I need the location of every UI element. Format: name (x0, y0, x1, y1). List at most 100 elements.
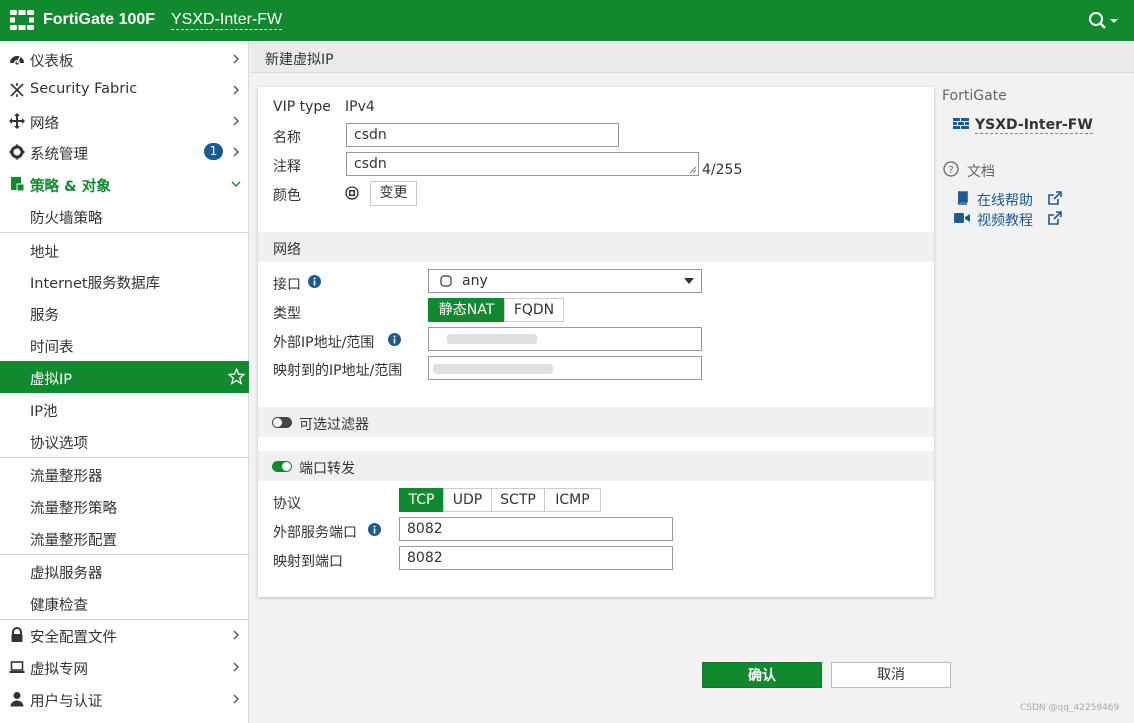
sidebar-item-addresses[interactable]: 地址 (0, 234, 249, 266)
external-link-icon[interactable] (1047, 191, 1062, 206)
sidebar-item-isdb[interactable]: Internet服务数据库 (0, 265, 249, 297)
firewall-device-icon (953, 118, 969, 129)
color-swatch-icon (345, 186, 359, 200)
page-header: 新建虚拟IP (250, 41, 1134, 73)
interface-select[interactable]: any (428, 269, 702, 293)
ok-button[interactable]: 确认 (702, 662, 822, 688)
color-change-button[interactable]: 变更 (370, 181, 417, 206)
mapped-port-input[interactable]: 8082 (399, 546, 673, 570)
chevron-right-icon (233, 147, 239, 157)
sidebar-label: 虚拟IP (30, 372, 73, 388)
sidebar-label: 地址 (30, 245, 59, 261)
external-ip-input[interactable] (428, 327, 702, 351)
sidebar-item-policy-objects[interactable]: 策略 & 对象 (0, 168, 249, 200)
name-input[interactable]: csdn (346, 123, 619, 147)
sidebar: 仪表板 Security Fabric 网络 系统管理 1 策略 & 对象 防火… (0, 41, 249, 723)
sidebar-label: 协议选项 (30, 436, 88, 452)
question-circle-icon: ? (943, 161, 959, 177)
interface-value: any (462, 273, 488, 289)
resize-handle-icon[interactable] (689, 166, 697, 174)
sidebar-item-traffic-shaping-profile[interactable]: 流量整形配置 (0, 522, 249, 554)
protocol-label: 协议 (273, 496, 301, 512)
sidebar-label: 用户与认证 (30, 694, 103, 710)
protocol-tcp-option[interactable]: TCP (399, 488, 444, 512)
page-title: 新建虚拟IP (265, 52, 334, 68)
info-icon[interactable] (388, 333, 401, 346)
sidebar-label: 仪表板 (30, 54, 74, 70)
sidebar-item-schedules[interactable]: 时间表 (0, 329, 249, 361)
svg-text:?: ? (948, 165, 953, 176)
comment-textarea[interactable]: csdn (346, 152, 699, 176)
star-icon[interactable] (228, 368, 245, 385)
sidebar-label: Internet服务数据库 (30, 276, 161, 292)
sidebar-label: 策略 & 对象 (30, 179, 111, 195)
external-port-label: 外部服务端口 (273, 525, 357, 541)
mapped-ip-label: 映射到的IP地址/范围 (273, 363, 403, 379)
policy-document-icon (11, 177, 25, 192)
protocol-sctp-option[interactable]: SCTP (491, 488, 545, 512)
device-link[interactable]: YSXD-Inter-FW (975, 117, 1093, 134)
interface-port-icon (440, 275, 452, 287)
sidebar-item-network[interactable]: 网络 (0, 105, 249, 137)
vip-form-card: VIP type IPv4 名称 csdn 注释 csdn 4/255 颜色 变… (258, 87, 934, 597)
chevron-down-icon (231, 181, 241, 187)
watermark: CSDN @qq_42259469 (1020, 703, 1120, 713)
sidebar-label: 网络 (30, 116, 59, 132)
sidebar-item-services[interactable]: 服务 (0, 297, 249, 329)
mapped-ip-input[interactable] (428, 356, 702, 380)
sidebar-item-system[interactable]: 系统管理 1 (0, 136, 249, 168)
sidebar-label: 虚拟服务器 (30, 566, 103, 582)
info-icon[interactable] (368, 523, 381, 536)
video-camera-icon (954, 213, 970, 223)
port-forwarding-header: 端口转发 (258, 451, 934, 481)
fortinet-logo-icon (10, 10, 34, 30)
cancel-button[interactable]: 取消 (831, 662, 951, 688)
network-section-header: 网络 (258, 232, 934, 262)
external-port-input[interactable]: 8082 (399, 517, 673, 541)
optional-filters-header: 可选过滤器 (258, 407, 934, 437)
search-icon[interactable] (1088, 11, 1122, 31)
type-static-nat-option[interactable]: 静态NAT (428, 298, 505, 322)
optional-filters-title: 可选过滤器 (299, 417, 369, 433)
sidebar-label: 安全配置文件 (30, 630, 117, 646)
sidebar-item-traffic-shapers[interactable]: 流量整形器 (0, 458, 249, 490)
type-label: 类型 (273, 306, 301, 322)
chevron-right-icon (233, 116, 239, 126)
sidebar-item-user-auth[interactable]: 用户与认证 (0, 683, 249, 715)
notification-badge: 1 (204, 143, 223, 160)
info-icon[interactable] (308, 275, 321, 288)
sidebar-label: 流量整形配置 (30, 533, 117, 549)
sidebar-item-security-fabric[interactable]: Security Fabric (0, 74, 249, 106)
sidebar-item-firewall-policy[interactable]: 防火墙策略 (0, 200, 249, 232)
online-help-link[interactable]: 在线帮助 (977, 190, 1033, 210)
type-fqdn-option[interactable]: FQDN (504, 298, 564, 322)
external-link-icon[interactable] (1047, 211, 1062, 226)
mapped-port-label: 映射到端口 (273, 554, 343, 570)
security-fabric-icon (10, 83, 24, 97)
sidebar-item-vpn[interactable]: 虚拟专网 (0, 651, 249, 683)
redacted-mask (447, 334, 537, 344)
sidebar-item-ip-pool[interactable]: IP池 (0, 393, 249, 425)
sidebar-item-health-check[interactable]: 健康检查 (0, 587, 249, 619)
video-tutorials-link[interactable]: 视频教程 (977, 210, 1033, 230)
network-section-title: 网络 (273, 242, 301, 258)
optional-filters-toggle[interactable] (272, 417, 292, 428)
protocol-udp-option[interactable]: UDP (443, 488, 492, 512)
hostname-link[interactable]: YSXD-Inter-FW (171, 11, 283, 30)
sidebar-label: IP池 (30, 404, 58, 420)
protocol-icmp-option[interactable]: ICMP (544, 488, 601, 512)
sidebar-item-traffic-shaping-policy[interactable]: 流量整形策略 (0, 490, 249, 522)
vip-type-value: IPv4 (345, 99, 375, 115)
sidebar-item-protocol-options[interactable]: 协议选项 (0, 425, 249, 457)
gear-icon (9, 144, 25, 160)
lock-icon (11, 627, 23, 642)
sidebar-item-virtual-ip[interactable]: 虚拟IP (0, 361, 249, 393)
sidebar-divider (0, 232, 249, 233)
sidebar-item-virtual-servers[interactable]: 虚拟服务器 (0, 555, 249, 587)
right-panel-title: FortiGate (942, 88, 1007, 104)
chevron-right-icon (233, 694, 239, 704)
sidebar-item-security-profiles[interactable]: 安全配置文件 (0, 619, 249, 651)
comment-label: 注释 (273, 159, 301, 175)
port-forwarding-toggle[interactable] (272, 461, 292, 472)
sidebar-item-dashboard[interactable]: 仪表板 (0, 43, 249, 75)
